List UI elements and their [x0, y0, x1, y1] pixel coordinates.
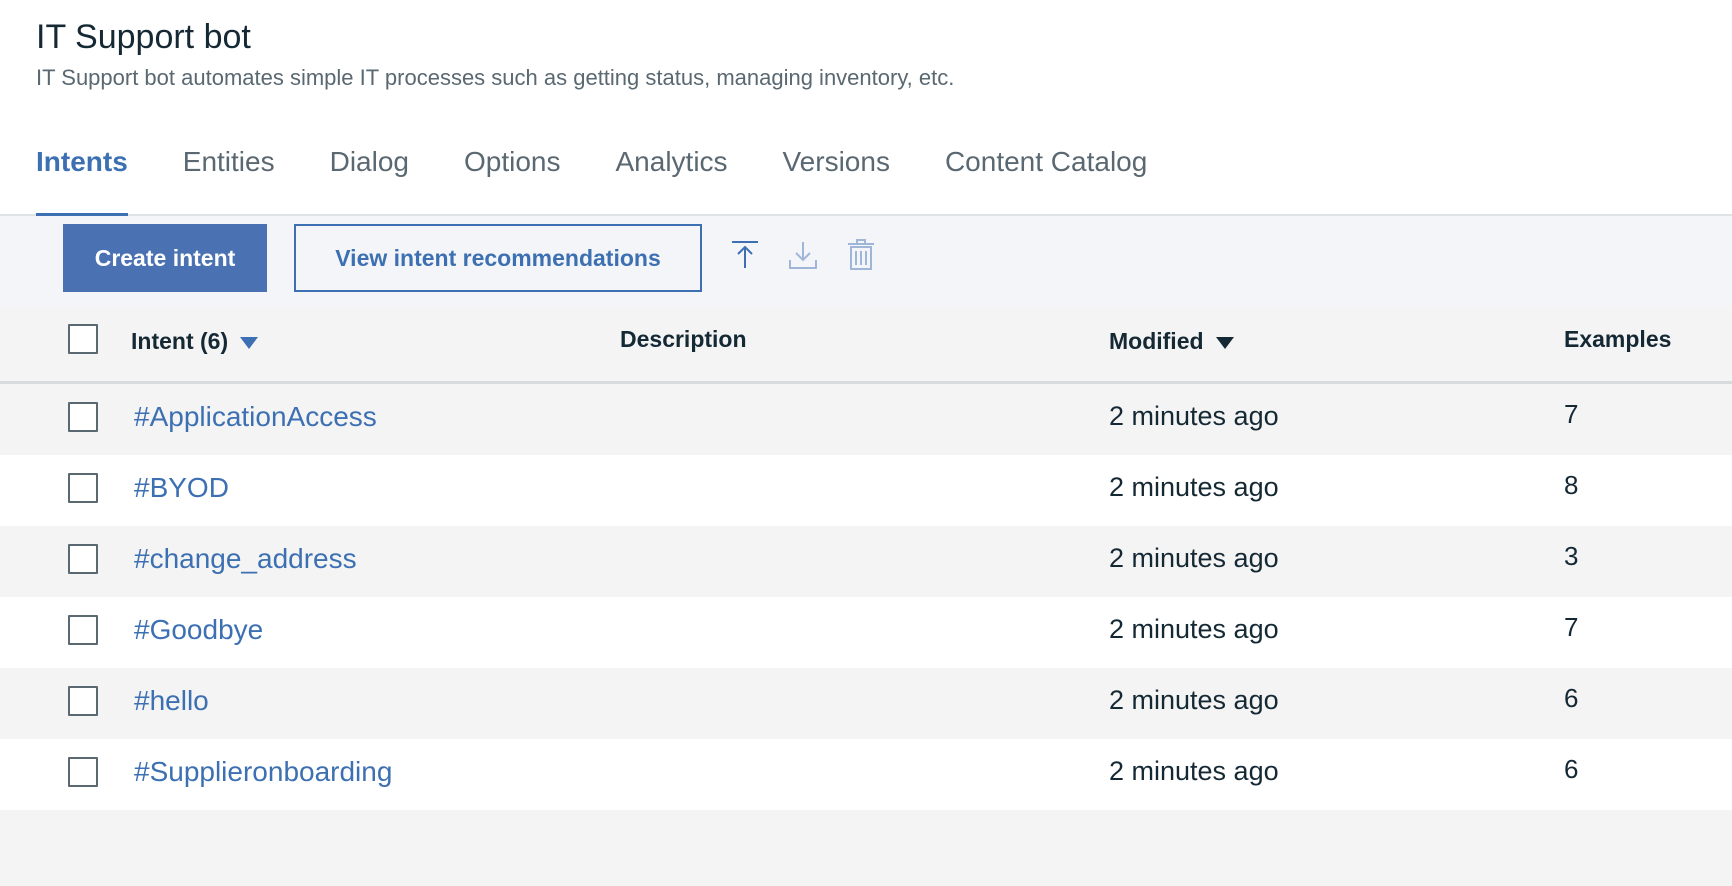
table-row: #BYOD 2 minutes ago 8 [0, 455, 1732, 526]
download-icon[interactable] [786, 238, 820, 272]
examples-cell: 8 [1564, 470, 1579, 500]
tab-intents[interactable]: Intents [36, 140, 128, 218]
page-title: IT Support bot [36, 18, 251, 56]
intent-link[interactable]: #BYOD [134, 472, 229, 504]
examples-cell: 6 [1564, 754, 1579, 784]
row-checkbox[interactable] [68, 686, 98, 716]
intent-link[interactable]: #Supplieronboarding [134, 756, 392, 788]
column-header-examples: Examples [1564, 326, 1672, 352]
intent-link[interactable]: #change_address [134, 543, 357, 575]
examples-cell: 7 [1564, 399, 1579, 429]
tab-options[interactable]: Options [464, 140, 561, 216]
intent-link[interactable]: #ApplicationAccess [134, 401, 377, 433]
row-checkbox[interactable] [68, 402, 98, 432]
view-intent-recommendations-button[interactable]: View intent recommendations [294, 224, 702, 292]
row-checkbox[interactable] [68, 757, 98, 787]
examples-cell: 6 [1564, 683, 1579, 713]
examples-cell: 7 [1564, 612, 1579, 642]
modified-cell: 2 minutes ago [1109, 685, 1279, 715]
intent-link[interactable]: #hello [134, 685, 209, 717]
upload-icon[interactable] [728, 238, 762, 272]
examples-cell: 3 [1564, 541, 1579, 571]
modified-cell: 2 minutes ago [1109, 543, 1279, 573]
sort-arrow-icon[interactable] [1215, 336, 1234, 349]
table-row: #hello 2 minutes ago 6 [0, 668, 1732, 739]
intents-table-body: #ApplicationAccess 2 minutes ago 7 #BYOD… [0, 384, 1732, 810]
page-subtitle: IT Support bot automates simple IT proce… [36, 65, 955, 90]
column-header-modified-label: Modified [1109, 328, 1204, 354]
column-header-modified[interactable]: Modified [1109, 328, 1234, 355]
table-header: Intent (6) Description Modified Examples [0, 306, 1732, 384]
row-checkbox[interactable] [68, 544, 98, 574]
intent-link[interactable]: #Goodbye [134, 614, 263, 646]
table-row: #ApplicationAccess 2 minutes ago 7 [0, 384, 1732, 455]
table-row: #Goodbye 2 minutes ago 7 [0, 597, 1732, 668]
trash-icon[interactable] [844, 238, 878, 272]
tab-content-catalog[interactable]: Content Catalog [945, 140, 1147, 216]
sort-arrow-icon[interactable] [240, 336, 259, 349]
tab-entities[interactable]: Entities [183, 140, 275, 216]
tab-analytics[interactable]: Analytics [616, 140, 728, 216]
tab-bar: Intents Entities Dialog Options Analytic… [36, 140, 1202, 218]
row-checkbox[interactable] [68, 615, 98, 645]
workspace-header: IT Support bot IT Support bot automates … [0, 0, 1732, 218]
modified-cell: 2 minutes ago [1109, 472, 1279, 502]
column-header-intent[interactable]: Intent (6) [131, 328, 259, 355]
intents-toolbar: Create intent View intent recommendation… [0, 216, 1732, 306]
modified-cell: 2 minutes ago [1109, 401, 1279, 431]
tab-dialog[interactable]: Dialog [330, 140, 409, 216]
table-row: #change_address 2 minutes ago 3 [0, 526, 1732, 597]
column-header-intent-label: Intent (6) [131, 328, 229, 354]
tab-versions[interactable]: Versions [783, 140, 890, 216]
column-header-description: Description [620, 326, 747, 352]
modified-cell: 2 minutes ago [1109, 614, 1279, 644]
row-checkbox[interactable] [68, 473, 98, 503]
modified-cell: 2 minutes ago [1109, 756, 1279, 786]
create-intent-button[interactable]: Create intent [63, 224, 267, 292]
table-row: #Supplieronboarding 2 minutes ago 6 [0, 739, 1732, 810]
select-all-checkbox[interactable] [68, 324, 98, 354]
